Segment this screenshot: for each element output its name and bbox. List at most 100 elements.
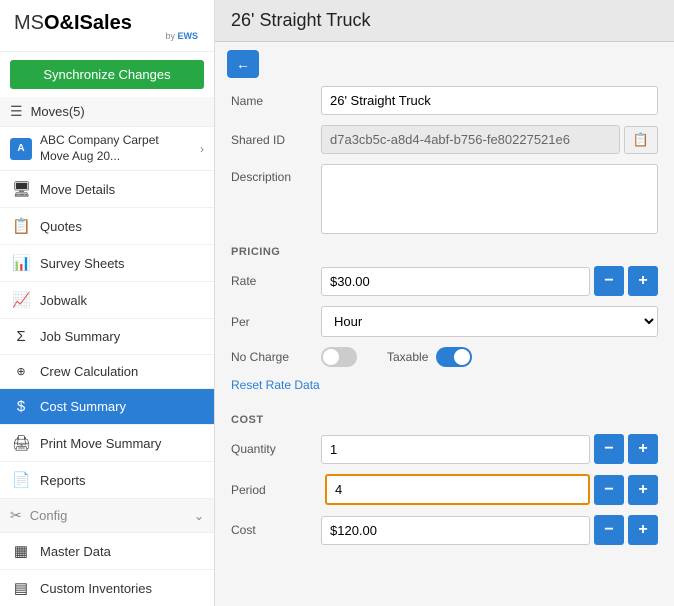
sidebar-item-move-details[interactable]: 🖥 Move Details [0, 171, 214, 208]
move-details-icon: 🖥 [12, 180, 30, 198]
quantity-label: Quantity [231, 442, 321, 456]
rate-input[interactable] [321, 267, 590, 296]
jobwalk-icon: 📈 [12, 291, 30, 309]
cost-section-title: COST [231, 414, 658, 426]
toggles-row: No Charge Taxable [231, 347, 658, 367]
description-label: Description [231, 170, 321, 184]
taxable-toggle-item: Taxable [387, 347, 472, 367]
period-minus-button[interactable]: − [594, 475, 624, 505]
per-row: Per Hour Day Week Month Flat [231, 306, 658, 337]
cost-row: Cost − + [231, 515, 658, 545]
logo-ms: MS [14, 12, 44, 34]
custom-inventories-icon: ▤ [12, 579, 30, 597]
config-label: Config [30, 508, 68, 523]
sidebar-item-label: Cost Summary [40, 399, 126, 414]
survey-sheets-icon: 📊 [12, 254, 30, 272]
company-row[interactable]: A ABC Company CarpetMove Aug 20... › [0, 127, 214, 171]
name-row: Name [231, 86, 658, 115]
reset-rate-link[interactable]: Reset Rate Data [231, 378, 320, 392]
moves-label: Moves(5) [31, 104, 85, 119]
sync-button[interactable]: Synchronize Changes [10, 60, 204, 89]
reports-icon: 📄 [12, 471, 30, 489]
shared-id-label: Shared ID [231, 133, 321, 147]
sidebar-item-label: Move Details [40, 182, 115, 197]
sidebar-item-label: Job Summary [40, 329, 120, 344]
taxable-label: Taxable [387, 350, 428, 364]
back-btn-row: ← [215, 42, 674, 86]
print-icon: 🖨 [12, 434, 30, 452]
master-data-icon: ▦ [12, 542, 30, 560]
sidebar-item-custom-inventories[interactable]: ▤ Custom Inventories [0, 570, 214, 606]
crew-calculation-icon: ⊕ [12, 365, 30, 378]
rate-row: Rate − + [231, 266, 658, 296]
sidebar-item-label: Custom Inventories [40, 581, 152, 596]
logo-area: MSO&ISales by EWS [0, 0, 214, 52]
job-summary-icon: Σ [12, 328, 30, 345]
description-row: Description [231, 164, 658, 234]
sidebar-item-label: Jobwalk [40, 293, 87, 308]
sidebar-item-print-move-summary[interactable]: 🖨 Print Move Summary [0, 425, 214, 462]
cost-minus-button[interactable]: − [594, 515, 624, 545]
page-title: 26' Straight Truck [231, 10, 658, 31]
quotes-icon: 📋 [12, 217, 30, 235]
company-icon: A [10, 138, 32, 160]
rate-minus-button[interactable]: − [594, 266, 624, 296]
sidebar-item-master-data[interactable]: ▦ Master Data [0, 533, 214, 570]
main-header: 26' Straight Truck [215, 0, 674, 42]
period-row-container: Period − + [231, 474, 658, 505]
cost-plus-button[interactable]: + [628, 515, 658, 545]
sidebar-item-jobwalk[interactable]: 📈 Jobwalk [0, 282, 214, 319]
no-charge-toggle-item [321, 347, 357, 367]
quantity-input[interactable] [321, 435, 590, 464]
form-area: Name Shared ID 📋 Description PRICING Rat… [215, 86, 674, 606]
sidebar-item-crew-calculation[interactable]: ⊕ Crew Calculation [0, 355, 214, 389]
cost-summary-icon: $ [12, 398, 30, 415]
period-label: Period [231, 483, 321, 497]
quantity-minus-button[interactable]: − [594, 434, 624, 464]
sidebar-item-reports[interactable]: 📄 Reports [0, 462, 214, 499]
no-charge-toggle[interactable] [321, 347, 357, 367]
sidebar-item-label: Crew Calculation [40, 364, 138, 379]
per-label: Per [231, 315, 321, 329]
quantity-row: Quantity − + [231, 434, 658, 464]
name-input[interactable] [321, 86, 658, 115]
config-chevron-icon: ⌄ [194, 509, 204, 523]
rate-plus-button[interactable]: + [628, 266, 658, 296]
sidebar-item-label: Survey Sheets [40, 256, 125, 271]
sidebar-item-label: Print Move Summary [40, 436, 161, 451]
back-button[interactable]: ← [227, 50, 259, 78]
period-input[interactable] [325, 474, 590, 505]
quantity-plus-button[interactable]: + [628, 434, 658, 464]
sidebar-item-quotes[interactable]: 📋 Quotes [0, 208, 214, 245]
sidebar-item-survey-sheets[interactable]: 📊 Survey Sheets [0, 245, 214, 282]
sidebar: MSO&ISales by EWS Synchronize Changes ☰ … [0, 0, 215, 606]
taxable-toggle[interactable] [436, 347, 472, 367]
sidebar-item-job-summary[interactable]: Σ Job Summary [0, 319, 214, 355]
cost-label: Cost [231, 523, 321, 537]
quantity-input-group: − + [321, 434, 658, 464]
sidebar-item-cost-summary[interactable]: $ Cost Summary [0, 389, 214, 425]
copy-button[interactable]: 📋 [624, 126, 658, 154]
sidebar-item-label: Quotes [40, 219, 82, 234]
period-plus-button[interactable]: + [628, 475, 658, 505]
config-icon: ✂ [10, 507, 22, 524]
sidebar-item-label: Master Data [40, 544, 111, 559]
moves-header: ☰ Moves(5) [0, 97, 214, 127]
name-label: Name [231, 94, 321, 108]
period-input-group: − + [325, 474, 658, 505]
moves-icon: ☰ [10, 103, 23, 120]
config-header[interactable]: ✂ Config ⌄ [0, 499, 214, 533]
cost-input-group: − + [321, 515, 658, 545]
sidebar-item-label: Reports [40, 473, 86, 488]
logo-bold: O&ISales [44, 12, 132, 34]
company-name: ABC Company CarpetMove Aug 20... [40, 133, 200, 164]
per-select[interactable]: Hour Day Week Month Flat [321, 306, 658, 337]
toggle-group: Taxable [321, 347, 472, 367]
cost-input[interactable] [321, 516, 590, 545]
description-input[interactable] [321, 164, 658, 234]
main-content: 26' Straight Truck ← Name Shared ID 📋 De… [215, 0, 674, 606]
shared-id-input [321, 125, 620, 154]
pricing-section-title: PRICING [231, 246, 658, 258]
no-charge-label: No Charge [231, 350, 321, 364]
rate-label: Rate [231, 274, 321, 288]
